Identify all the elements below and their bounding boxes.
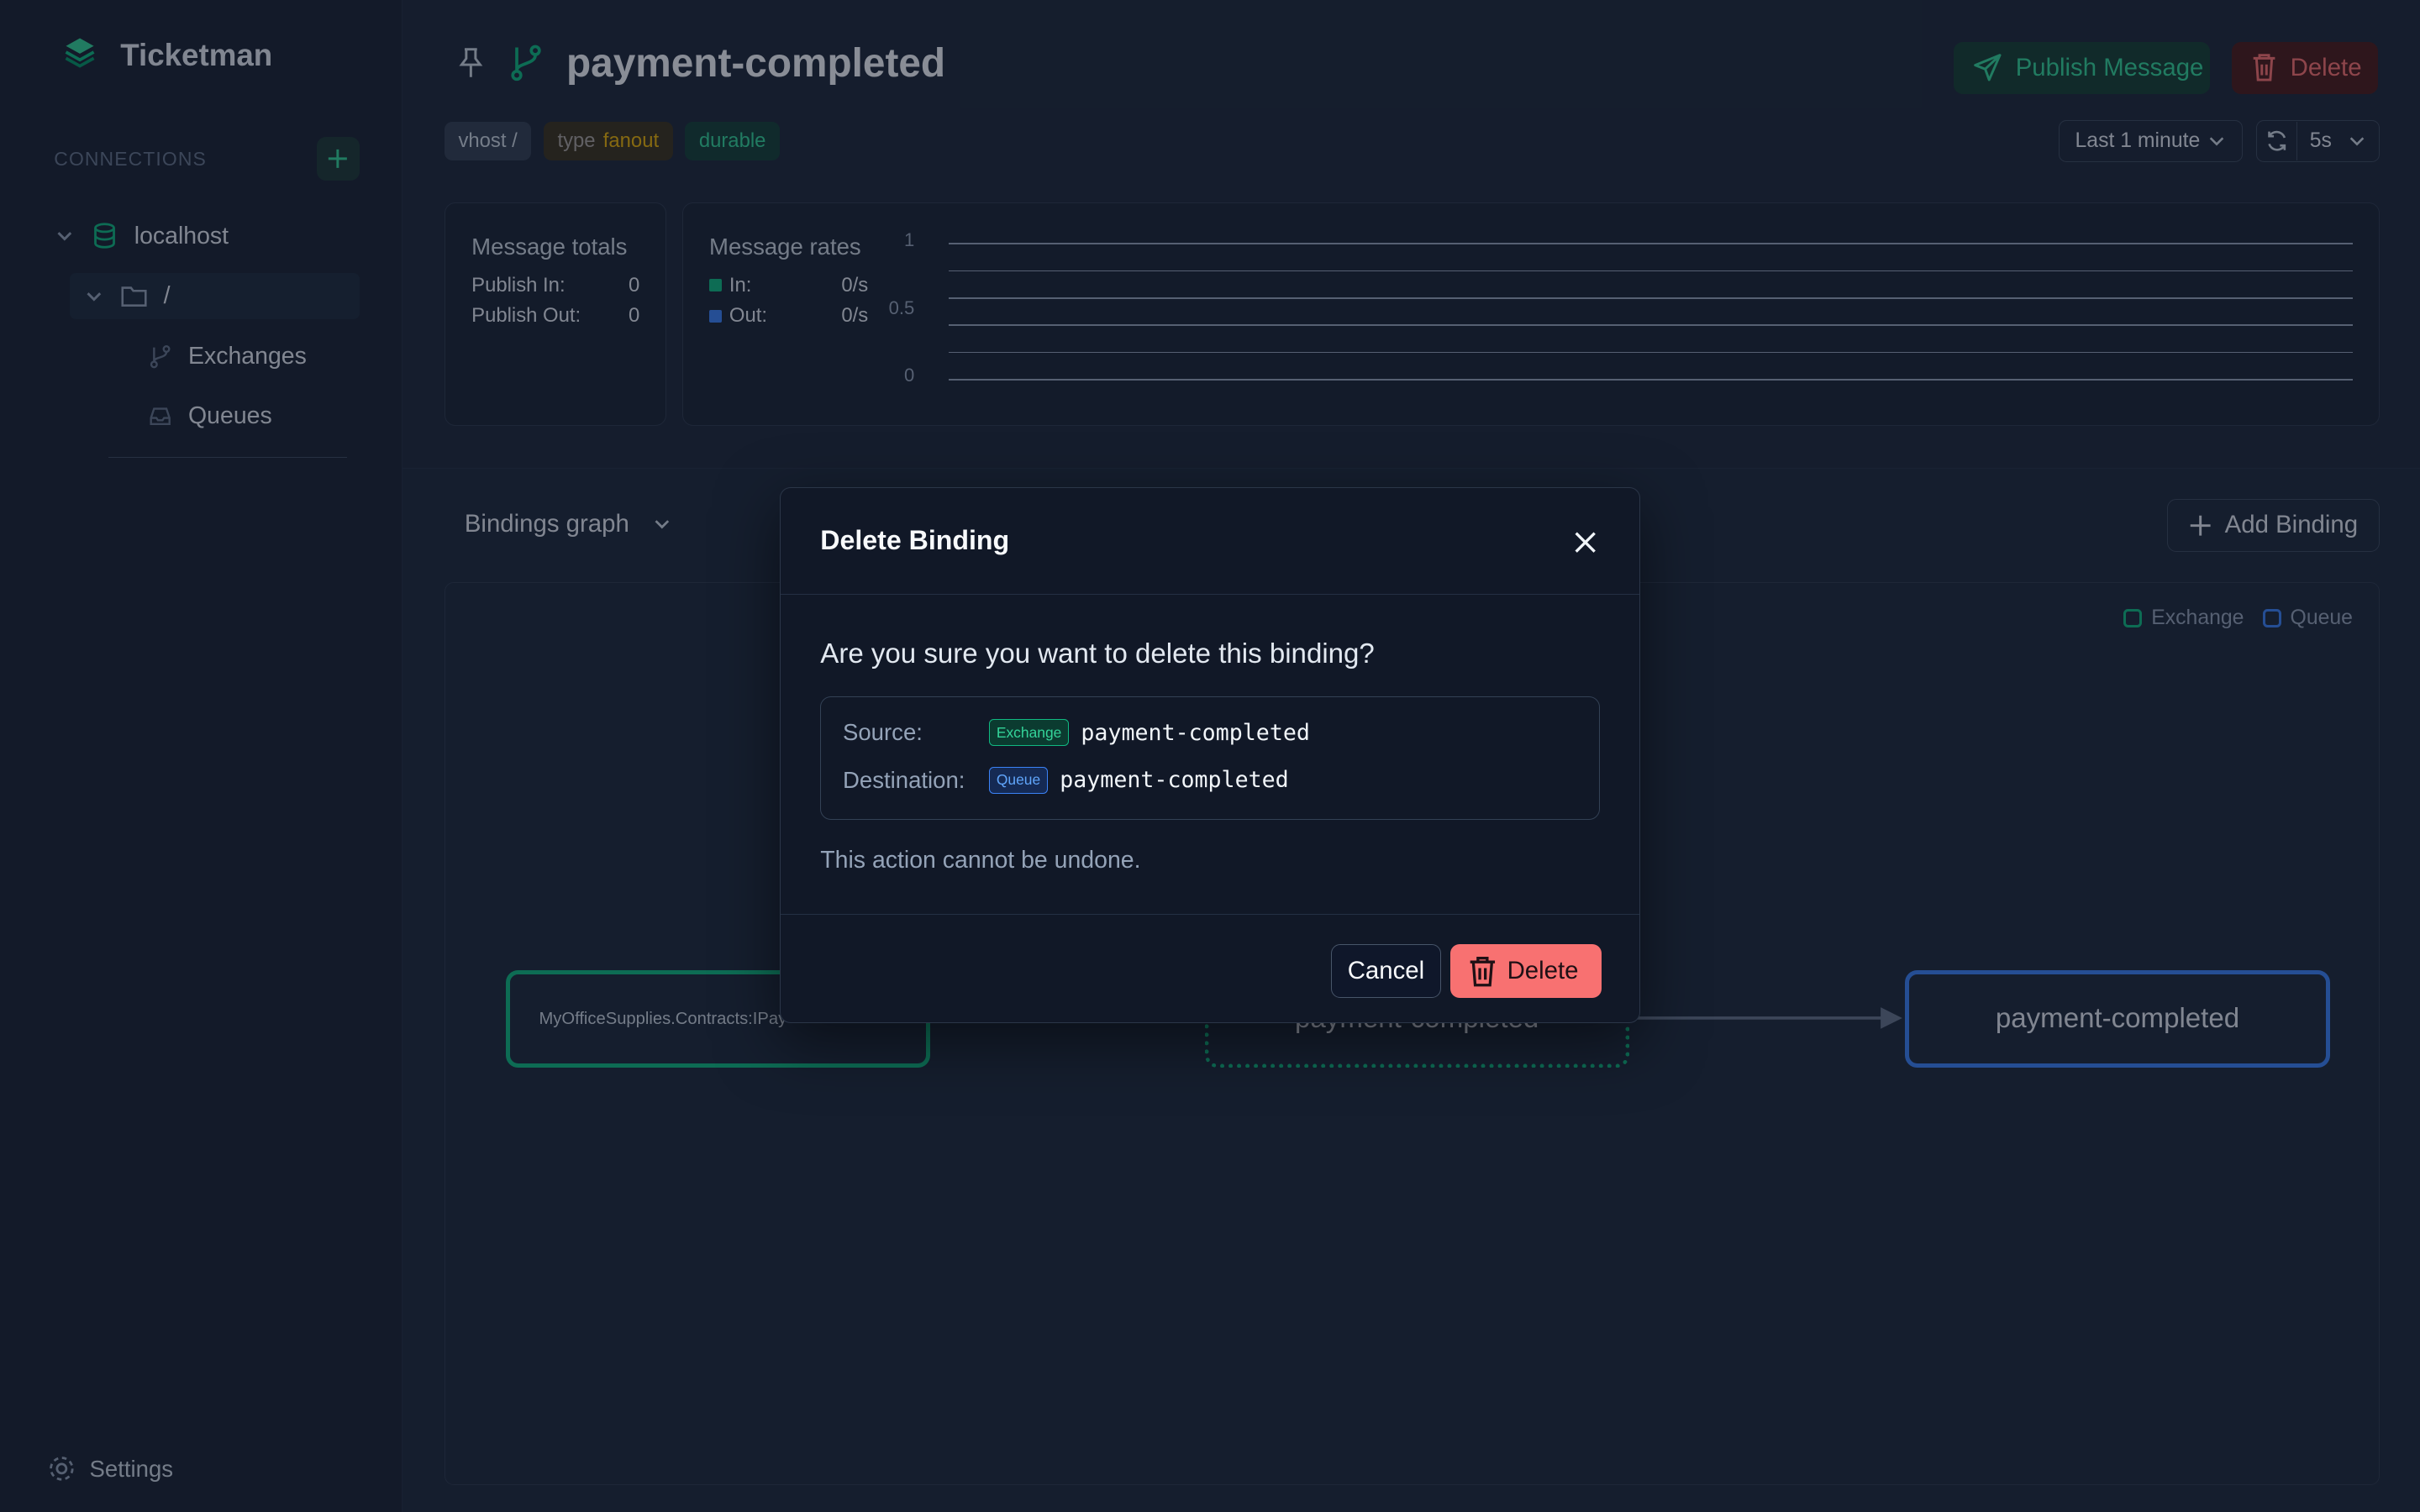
dialog-warning: This action cannot be undone. [820, 846, 1141, 874]
queue-badge: Queue [989, 767, 1048, 794]
dialog-title: Delete Binding [820, 525, 1010, 556]
delete-binding-dialog: Delete Binding Are you sure you want to … [779, 487, 1641, 1023]
destination-label: Destination: [842, 766, 965, 793]
close-icon [1575, 532, 1597, 553]
confirm-delete-button[interactable]: Delete [1449, 944, 1602, 999]
dialog-header: Delete Binding [780, 488, 1640, 596]
destination-row: Destination: Queue payment-completed [843, 767, 1289, 794]
dialog-footer: Cancel Delete [780, 914, 1640, 1022]
destination-name: payment-completed [1060, 767, 1289, 794]
cancel-button[interactable]: Cancel [1331, 944, 1441, 999]
close-button[interactable] [1570, 527, 1602, 558]
source-row: Source: Exchange payment-completed [843, 719, 1310, 746]
trash-icon [1470, 957, 1495, 987]
exchange-badge: Exchange [989, 719, 1069, 746]
source-name: payment-completed [1081, 719, 1310, 746]
binding-details: Source: Exchange payment-completed Desti… [820, 696, 1600, 821]
dialog-question: Are you sure you want to delete this bin… [820, 638, 1375, 669]
source-label: Source: [842, 719, 923, 746]
confirm-delete-label: Delete [1507, 957, 1579, 985]
